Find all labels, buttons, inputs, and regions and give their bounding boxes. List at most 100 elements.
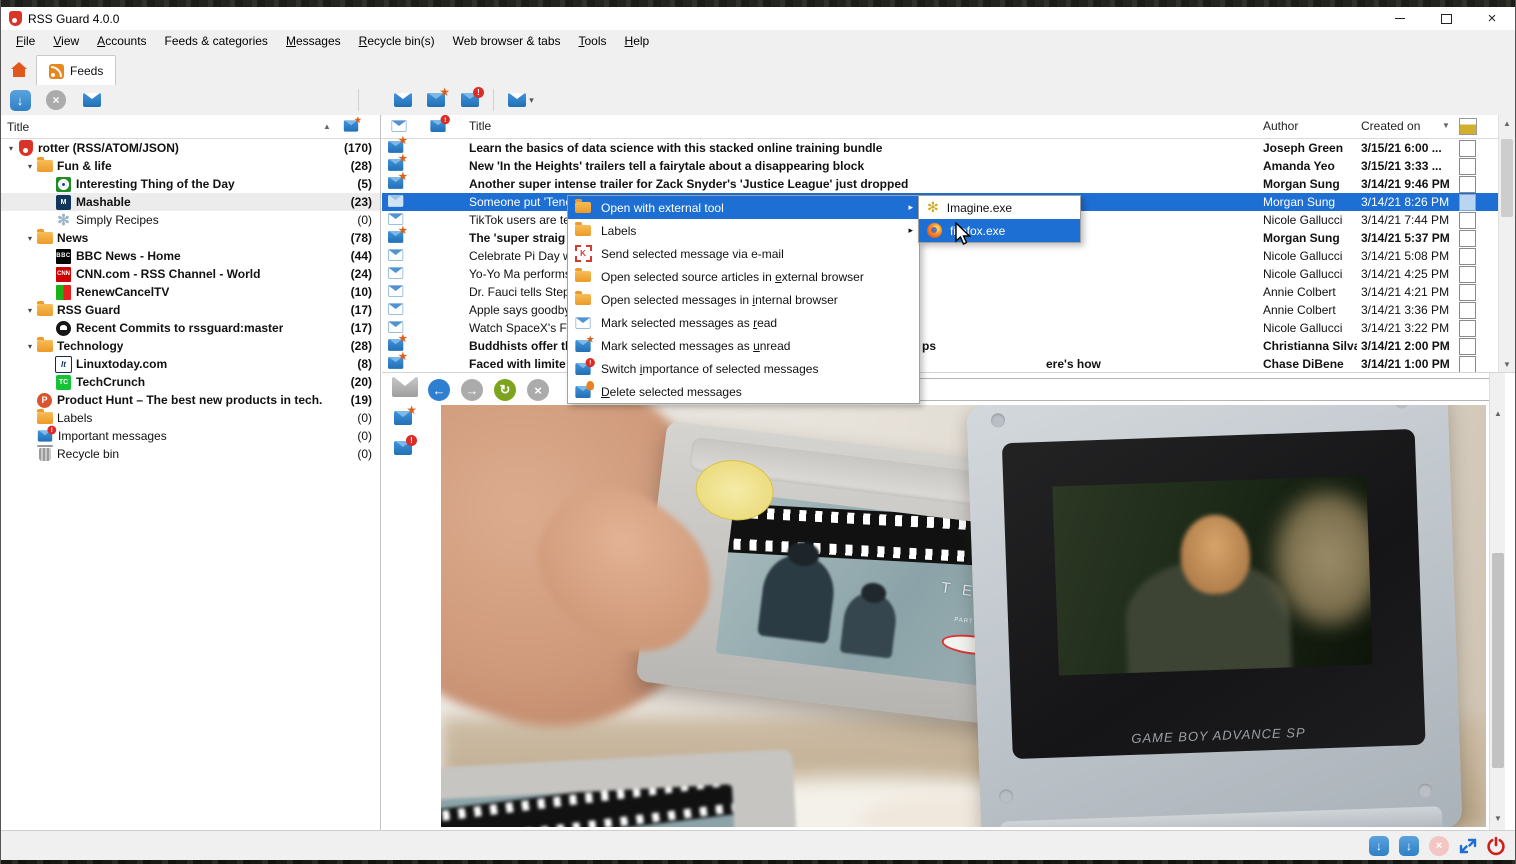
scrollbar-thumb[interactable] [1492, 553, 1504, 768]
message-row[interactable]: Watch SpaceX's Falc Nicole Gallucci 3/14… [382, 319, 1499, 337]
envelope-warning-icon[interactable] [394, 441, 412, 455]
scroll-up-icon[interactable]: ▲ [1490, 405, 1506, 421]
column-author[interactable]: Author [1263, 119, 1298, 133]
feed-tree-item[interactable]: Recent Commits to rssguard:master (17) [1, 319, 380, 337]
refresh-button[interactable]: ↻ [494, 379, 516, 401]
stop-update-button[interactable]: × [43, 88, 69, 112]
expander-icon[interactable]: ▾ [24, 342, 36, 351]
submenu-item[interactable]: firefox.exe [919, 219, 1080, 242]
scrollbar-thumb[interactable] [1501, 139, 1513, 217]
submenu-item[interactable]: ✻ Imagine.exe [919, 196, 1080, 219]
forward-button[interactable]: → [461, 379, 483, 401]
message-row[interactable]: Another super intense trailer for Zack S… [382, 175, 1499, 193]
message-row[interactable]: New 'In the Heights' trailers tell a fai… [382, 157, 1499, 175]
menubar-item[interactable]: View [44, 32, 88, 50]
column-title[interactable]: Title [469, 119, 491, 133]
expander-icon[interactable]: ▾ [24, 162, 36, 171]
feed-tree-item[interactable]: Labels (0) [1, 409, 380, 427]
scroll-down-icon[interactable]: ▼ [1490, 810, 1506, 826]
message-label-checkbox[interactable] [1459, 194, 1476, 211]
message-label-checkbox[interactable] [1459, 158, 1476, 175]
message-list-scrollbar[interactable]: ▲ ▼ [1498, 115, 1515, 372]
menubar-item[interactable]: Messages [277, 32, 350, 50]
message-label-checkbox[interactable] [1459, 302, 1476, 319]
minimize-button[interactable] [1377, 7, 1423, 30]
message-label-checkbox[interactable] [1459, 248, 1476, 265]
message-label-checkbox[interactable] [1459, 320, 1476, 337]
message-label-checkbox[interactable] [1459, 266, 1476, 283]
message-row[interactable]: Buddhists offer th ps Christianna Silva … [382, 337, 1499, 355]
column-created-on[interactable]: Created on [1361, 119, 1420, 133]
message-row[interactable]: Celebrate Pi Day wit Nicole Gallucci 3/1… [382, 247, 1499, 265]
mark-read-toolbar-button[interactable] [79, 88, 105, 112]
menubar-item[interactable]: Feeds & categories [156, 32, 277, 50]
message-label-checkbox[interactable] [1459, 338, 1476, 355]
feed-tree-item[interactable]: ▾ News (78) [1, 229, 380, 247]
message-row[interactable]: Learn the basics of data science with th… [382, 139, 1499, 157]
context-menu-item[interactable]: Mark selected messages as unread [568, 334, 919, 357]
message-row[interactable]: Dr. Fauci tells Steph Annie Colbert 3/14… [382, 283, 1499, 301]
fullscreen-button[interactable] [1457, 835, 1479, 857]
feed-list-header[interactable]: Title ▲ [1, 115, 380, 139]
quit-button[interactable] [1485, 835, 1507, 857]
feed-tree-item[interactable]: lt Linuxtoday.com (8) [1, 355, 380, 373]
message-label-checkbox[interactable] [1459, 356, 1476, 372]
close-button[interactable]: × [1469, 7, 1515, 30]
feed-tree-item[interactable]: ▾ RSS Guard (17) [1, 301, 380, 319]
expander-icon[interactable]: ▾ [24, 234, 36, 243]
statusbar-download-button[interactable]: ↓ [1398, 835, 1420, 857]
context-menu-item[interactable]: Switch importance of selected messages [568, 357, 919, 380]
message-label-checkbox[interactable] [1459, 176, 1476, 193]
mark-message-read-button[interactable] [390, 88, 416, 112]
tab-feeds[interactable]: Feeds [36, 55, 116, 86]
home-tab-button[interactable] [7, 57, 31, 81]
menubar-item[interactable]: Help [616, 32, 659, 50]
titlebar[interactable]: RSS Guard 4.0.0 × [1, 7, 1515, 30]
menubar-item[interactable]: Accounts [88, 32, 155, 50]
message-list-header[interactable]: Title Author Created on ▼ [382, 115, 1499, 139]
feed-tree-item[interactable]: ✻ Simply Recipes (0) [1, 211, 380, 229]
feed-tree-item[interactable]: BBC BBC News - Home (44) [1, 247, 380, 265]
feed-tree-item[interactable]: ▾ Fun & life (28) [1, 157, 380, 175]
menubar-item[interactable]: Recycle bin(s) [350, 32, 444, 50]
preview-scrollbar[interactable]: ▲ ▼ [1489, 373, 1505, 830]
mark-message-important-button[interactable] [423, 88, 449, 112]
maximize-button[interactable] [1423, 7, 1469, 30]
feed-tree-item[interactable]: CNN CNN.com - RSS Channel - World (24) [1, 265, 380, 283]
feed-tree-item[interactable]: TC TechCrunch (20) [1, 373, 380, 391]
message-row[interactable]: Faced with limite ere's how Chase DiBene… [382, 355, 1499, 372]
envelope-star-icon[interactable] [394, 411, 412, 425]
expander-icon[interactable]: ▾ [5, 144, 17, 153]
scroll-down-icon[interactable]: ▼ [1499, 356, 1515, 372]
switch-importance-button[interactable] [457, 88, 483, 112]
context-menu-item[interactable]: Labels ▸ [568, 219, 919, 242]
message-row[interactable]: Yo-Yo Ma performs s Nicole Gallucci 3/14… [382, 265, 1499, 283]
feed-tree-item[interactable]: M Mashable (23) [1, 193, 380, 211]
update-feeds-button[interactable]: ↓ [7, 88, 33, 112]
statusbar-update-button[interactable]: ↓ [1368, 835, 1390, 857]
feed-tree-item[interactable]: P Product Hunt – The best new products i… [1, 391, 380, 409]
message-label-checkbox[interactable] [1459, 230, 1476, 247]
feed-tree-item[interactable]: ▾ Technology (28) [1, 337, 380, 355]
feed-tree-item[interactable]: Important messages (0) [1, 427, 380, 445]
feed-tree-item[interactable]: ▾ rotter (RSS/ATOM/JSON) (170) [1, 139, 380, 157]
feed-tree-item[interactable]: RenewCancelTV (10) [1, 283, 380, 301]
expander-icon[interactable]: ▾ [24, 306, 36, 315]
context-menu-item[interactable]: Delete selected messages [568, 380, 919, 403]
feed-tree-item[interactable]: Recycle bin (0) [1, 445, 380, 463]
context-menu-item[interactable]: Open selected source articles in externa… [568, 265, 919, 288]
context-menu-item[interactable]: K Send selected message via e-mail [568, 242, 919, 265]
back-button[interactable]: ← [428, 379, 450, 401]
stop-button[interactable]: × [527, 379, 549, 401]
message-label-checkbox[interactable] [1459, 284, 1476, 301]
feed-tree-item[interactable]: Interesting Thing of the Day (5) [1, 175, 380, 193]
message-row[interactable]: Apple says goodbye Annie Colbert 3/14/21… [382, 301, 1499, 319]
context-menu-item[interactable]: Open selected messages in internal brows… [568, 288, 919, 311]
menubar-item[interactable]: File [7, 32, 44, 50]
message-label-checkbox[interactable] [1459, 140, 1476, 157]
message-label-checkbox[interactable] [1459, 212, 1476, 229]
message-actions-dropdown[interactable]: ▾ [501, 88, 541, 112]
mark-read-gray-icon[interactable] [392, 377, 418, 397]
menubar-item[interactable]: Tools [570, 32, 616, 50]
menubar-item[interactable]: Web browser & tabs [444, 32, 570, 50]
